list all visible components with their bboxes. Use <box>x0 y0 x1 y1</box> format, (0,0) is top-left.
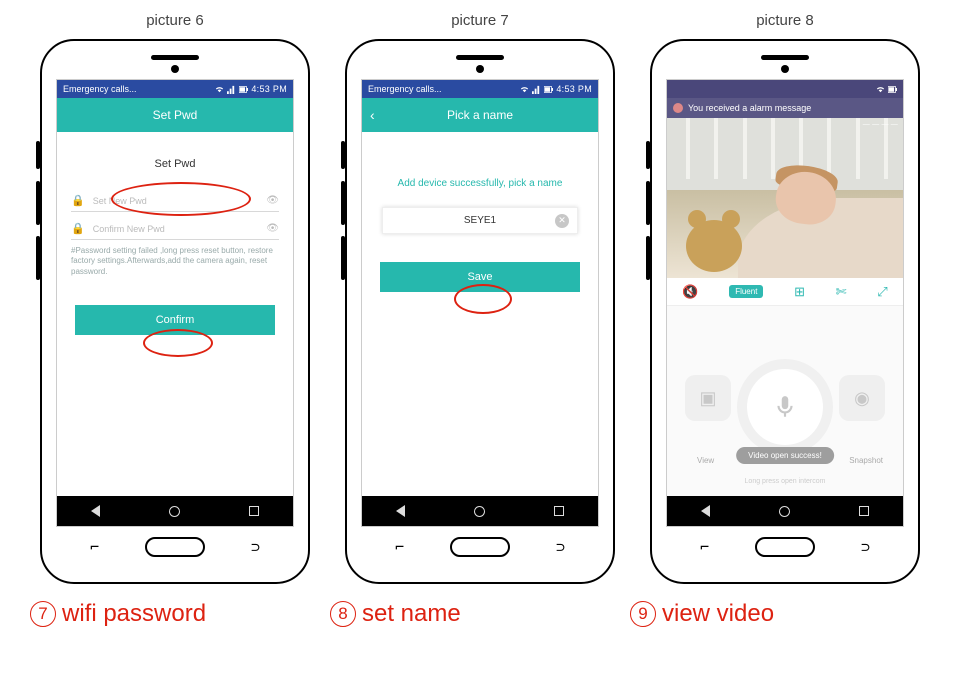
wifi-icon <box>876 85 885 94</box>
confirm-password-placeholder: Confirm New Pwd <box>93 224 259 234</box>
step-number: 9 <box>630 601 656 627</box>
password-note: #Password setting failed ,long press res… <box>71 246 279 277</box>
new-password-field[interactable]: 🔒 Set New Pwd 👁 <box>71 190 279 212</box>
back-icon[interactable]: ‹ <box>370 107 375 123</box>
android-navbar <box>362 496 598 526</box>
nav-back-icon[interactable] <box>396 505 405 517</box>
video-toolbar: 🔇 Fluent ⊞ ✄ ⤢ <box>667 278 903 306</box>
caption-7: 7 wifi password <box>30 600 330 628</box>
hardware-buttons: ⌐ ⊃ <box>666 537 904 557</box>
battery-icon <box>544 85 553 94</box>
fullscreen-icon[interactable]: ⤢ <box>877 284 887 300</box>
talk-hint: Long press open intercom <box>745 478 826 485</box>
form-title: Set Pwd <box>71 158 279 170</box>
hw-home <box>145 537 205 557</box>
step-text: set name <box>362 600 461 628</box>
confirm-button[interactable]: Confirm <box>75 305 275 335</box>
snapshot-button[interactable]: ◉ <box>839 375 885 421</box>
phone-mock-6: Emergency calls... 4:53 PM Set Pwd Set P… <box>40 39 310 584</box>
save-button[interactable]: Save <box>380 262 580 292</box>
caption-8: 8 set name <box>330 600 630 628</box>
hw-back: ⊃ <box>251 538 260 556</box>
toast-message: Video open success! <box>736 447 834 464</box>
nav-home-icon[interactable] <box>474 506 485 517</box>
teddy-bear <box>686 220 742 272</box>
nav-recent-icon[interactable] <box>554 506 564 516</box>
video-timestamp: — — — — <box>863 121 898 128</box>
lock-icon: 🔒 <box>71 194 85 207</box>
status-bar <box>667 80 903 98</box>
battery-icon <box>888 85 897 94</box>
step-text: wifi password <box>62 600 206 628</box>
android-navbar <box>57 496 293 526</box>
screen-7: Emergency calls... 4:53 PM ‹ Pick a name… <box>361 79 599 527</box>
mute-icon[interactable]: 🔇 <box>682 284 698 300</box>
android-navbar <box>667 496 903 526</box>
nav-home-icon[interactable] <box>169 506 180 517</box>
alarm-dot-icon <box>673 103 683 113</box>
hw-back: ⊃ <box>556 538 565 556</box>
hw-recent: ⌐ <box>395 538 404 556</box>
snapshot-label: Snapshot <box>849 456 883 465</box>
step-number: 8 <box>330 601 356 627</box>
nav-home-icon[interactable] <box>779 506 790 517</box>
step-number: 7 <box>30 601 56 627</box>
appbar-title: Pick a name <box>447 108 513 122</box>
view-button[interactable]: ▣ <box>685 375 731 421</box>
clear-icon[interactable]: ✕ <box>555 214 569 228</box>
view-label: View <box>697 456 714 465</box>
picture-label-6: picture 6 <box>146 12 204 29</box>
alarm-text: You received a alarm message <box>688 103 811 113</box>
picture-label-8: picture 8 <box>756 12 814 29</box>
mic-icon <box>772 394 798 420</box>
status-carrier: Emergency calls... <box>63 84 137 94</box>
appbar: ‹ Pick a name <box>362 98 598 132</box>
appbar-title: Set Pwd <box>153 108 198 122</box>
hw-recent: ⌐ <box>700 538 709 556</box>
confirm-password-field[interactable]: 🔒 Confirm New Pwd 👁 <box>71 218 279 240</box>
success-message: Add device successfully, pick a name <box>376 178 584 189</box>
nav-recent-icon[interactable] <box>859 506 869 516</box>
wifi-icon <box>215 85 224 94</box>
phone-mock-7: Emergency calls... 4:53 PM ‹ Pick a name… <box>345 39 615 584</box>
hardware-buttons: ⌐ ⊃ <box>56 537 294 557</box>
hw-home <box>755 537 815 557</box>
lock-icon: 🔒 <box>71 222 85 235</box>
device-name-value: SEYE1 <box>464 215 496 226</box>
new-password-placeholder: Set New Pwd <box>93 196 259 206</box>
split-icon[interactable]: ⊞ <box>794 284 805 300</box>
cut-icon[interactable]: ✄ <box>836 284 847 300</box>
status-carrier: Emergency calls... <box>368 84 442 94</box>
screen-8: You received a alarm message — — — — 🔇 <box>666 79 904 527</box>
eye-icon[interactable]: 👁 <box>266 195 279 206</box>
wifi-icon <box>520 85 529 94</box>
alarm-banner[interactable]: You received a alarm message <box>667 98 903 118</box>
device-name-input[interactable]: SEYE1 ✕ <box>382 207 578 234</box>
nav-recent-icon[interactable] <box>249 506 259 516</box>
screen-6: Emergency calls... 4:53 PM Set Pwd Set P… <box>56 79 294 527</box>
signal-icon <box>227 85 236 94</box>
status-time: 4:53 PM <box>556 84 592 94</box>
signal-icon <box>532 85 541 94</box>
phone-mock-8: You received a alarm message — — — — 🔇 <box>650 39 920 584</box>
step-text: view video <box>662 600 774 628</box>
eye-icon[interactable]: 👁 <box>266 223 279 234</box>
appbar: Set Pwd <box>57 98 293 132</box>
quality-badge[interactable]: Fluent <box>729 285 763 298</box>
caption-9: 9 view video <box>630 600 930 628</box>
status-bar: Emergency calls... 4:53 PM <box>362 80 598 98</box>
nav-back-icon[interactable] <box>701 505 710 517</box>
battery-icon <box>239 85 248 94</box>
actions-area: ▣ View ◉ Snapshot Video open success! Lo… <box>667 306 903 526</box>
hw-home <box>450 537 510 557</box>
video-preview[interactable]: — — — — <box>667 118 903 278</box>
picture-label-7: picture 7 <box>451 12 509 29</box>
status-bar: Emergency calls... 4:53 PM <box>57 80 293 98</box>
hw-recent: ⌐ <box>90 538 99 556</box>
status-time: 4:53 PM <box>251 84 287 94</box>
hw-back: ⊃ <box>861 538 870 556</box>
hardware-buttons: ⌐ ⊃ <box>361 537 599 557</box>
nav-back-icon[interactable] <box>91 505 100 517</box>
talk-button[interactable] <box>747 369 823 445</box>
